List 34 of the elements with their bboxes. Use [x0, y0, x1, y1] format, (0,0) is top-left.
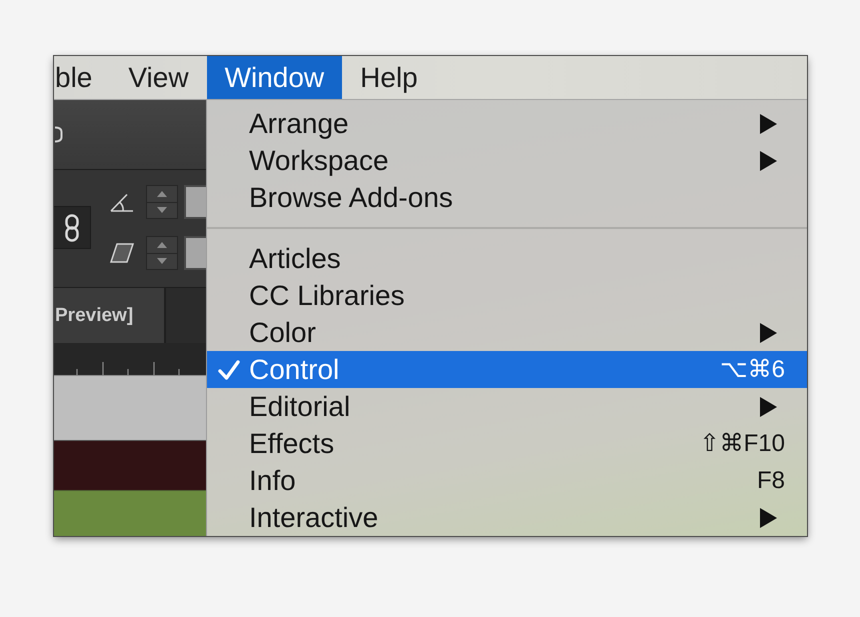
increment-button[interactable]	[146, 185, 178, 202]
menu-item[interactable]: Browse Add-ons	[207, 179, 807, 216]
keyboard-shortcut: ⌥⌘6	[720, 355, 785, 384]
menu-item[interactable]: Effects ⇧⌘F10	[207, 425, 807, 462]
menu-bar-item[interactable]: Window	[206, 56, 342, 99]
menu-item[interactable]: Workspace	[207, 142, 807, 179]
menu-item[interactable]: Info F8	[207, 462, 807, 499]
menu-item[interactable]: Articles	[207, 240, 807, 277]
menu-item[interactable]: Color	[207, 314, 807, 351]
menu-bar-item[interactable]: View	[110, 56, 207, 99]
menu-bar-item[interactable]: Help	[342, 56, 436, 99]
menu-item[interactable]: Arrange	[207, 105, 807, 142]
document-tab[interactable]: Preview]	[54, 288, 166, 343]
up-triangle-icon	[157, 242, 167, 248]
down-triangle-icon	[157, 258, 167, 264]
number-field[interactable]	[184, 185, 206, 219]
menu-item[interactable]: Control ⌥⌘6	[207, 351, 807, 388]
menu-item[interactable]: Interactive	[207, 499, 807, 536]
down-triangle-icon	[157, 207, 167, 214]
menu-bar-item[interactable]: ble	[54, 56, 110, 99]
increment-button[interactable]	[146, 236, 178, 254]
shear-icon	[110, 243, 134, 263]
link-button[interactable]	[54, 206, 91, 249]
chain-link-icon	[65, 214, 79, 242]
decrement-button[interactable]	[146, 254, 178, 270]
menu-item[interactable]: CC Libraries	[207, 277, 807, 314]
keyboard-shortcut: ⇧⌘F10	[700, 429, 785, 458]
cut-off-icon[interactable]	[55, 126, 63, 143]
angle-icon	[110, 192, 134, 212]
decrement-button[interactable]	[146, 202, 178, 219]
up-triangle-icon	[157, 190, 167, 197]
number-field[interactable]	[184, 236, 206, 270]
menu-item[interactable]: Editorial	[207, 388, 807, 425]
keyboard-shortcut: F8	[756, 466, 785, 494]
